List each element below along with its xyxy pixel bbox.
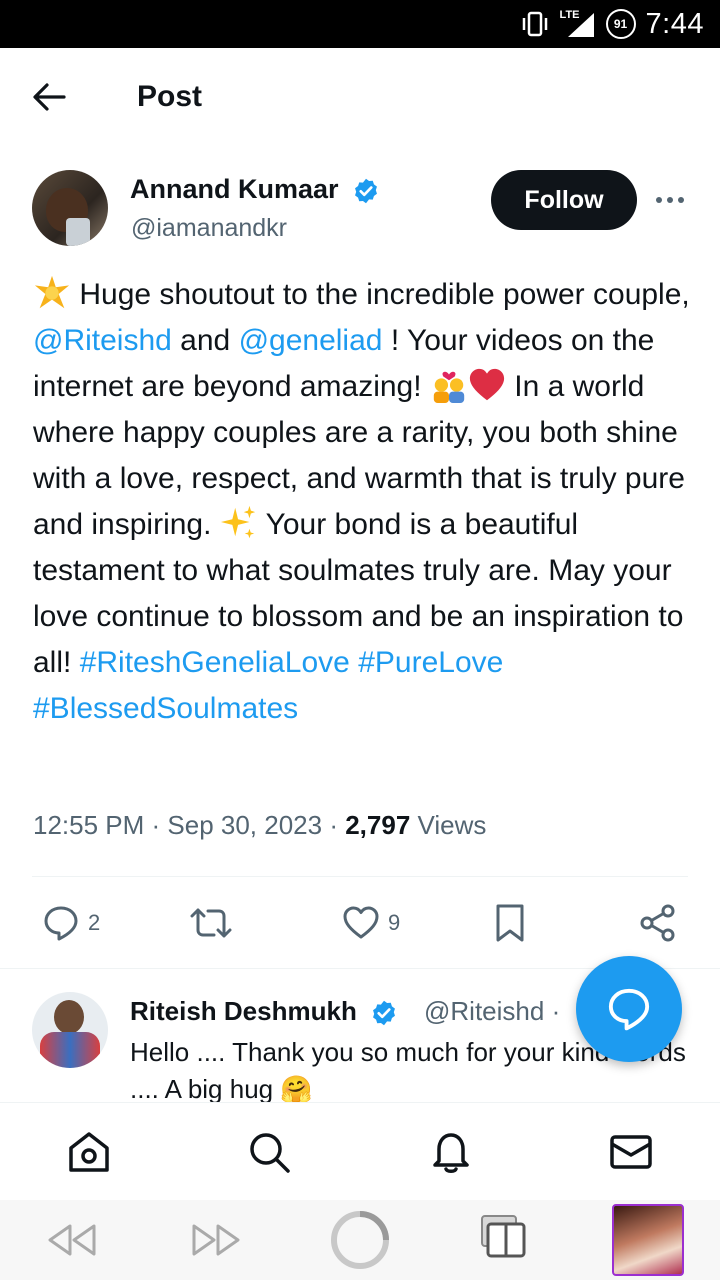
- sparkles-emoji-icon: [220, 505, 255, 539]
- follow-button[interactable]: Follow: [491, 170, 637, 230]
- hashtag-purelove[interactable]: #PureLove: [358, 646, 503, 679]
- author-avatar[interactable]: [32, 170, 108, 246]
- status-bar: LTE 91 7:44: [0, 0, 720, 48]
- vibrate-icon: [522, 11, 547, 37]
- author-name[interactable]: Annand Kumaar: [130, 174, 380, 205]
- like-count: 9: [388, 910, 401, 935]
- home-circle-icon[interactable]: [330, 1210, 390, 1270]
- battery-indicator: 91: [605, 9, 636, 39]
- search-icon[interactable]: [246, 1129, 292, 1175]
- post-meta: 12:55 PM · Sep 30, 2023 · 2,797 Views: [33, 810, 487, 840]
- verified-badge-icon: [355, 178, 378, 204]
- reply-icon: [608, 988, 650, 1031]
- like-button[interactable]: 9: [342, 900, 400, 946]
- post-text: Huge shoutout to the incredible power co…: [33, 272, 693, 732]
- reply-author-avatar[interactable]: [32, 992, 108, 1068]
- hashtag-riteshgenelialove[interactable]: #RiteshGeneliaLove: [80, 646, 350, 679]
- divider: [32, 876, 688, 877]
- post-date: Sep 30, 2023: [167, 810, 323, 840]
- compose-reply-button[interactable]: [576, 956, 682, 1062]
- couple-with-heart-emoji-icon: [433, 371, 465, 404]
- reply-count: 2: [88, 910, 101, 935]
- red-heart-emoji-icon: [469, 368, 505, 401]
- bookmark-button[interactable]: [494, 900, 526, 946]
- messages-icon[interactable]: [608, 1129, 654, 1175]
- top-bar: Post: [0, 48, 720, 148]
- rewind-icon[interactable]: [44, 1220, 98, 1260]
- repost-icon: [190, 908, 232, 938]
- home-icon[interactable]: [66, 1129, 112, 1175]
- post-author: Annand Kumaar @iamanandkr Follow: [0, 170, 720, 250]
- hashtag-blessedsoulmates[interactable]: #BlessedSoulmates: [33, 692, 298, 725]
- recent-apps-icon[interactable]: [480, 1214, 528, 1260]
- share-icon: [640, 904, 675, 942]
- share-button[interactable]: [638, 900, 678, 946]
- system-navigation: [0, 1200, 720, 1280]
- mention-geneliad[interactable]: @geneliad: [239, 324, 383, 357]
- fast-forward-icon[interactable]: [190, 1220, 244, 1260]
- more-icon[interactable]: [654, 190, 686, 210]
- repost-button[interactable]: [190, 900, 232, 946]
- reply-button[interactable]: 2: [42, 900, 100, 946]
- signal-icon: LTE: [560, 9, 596, 39]
- heart-icon: [343, 906, 379, 939]
- clock: 7:44: [645, 7, 704, 40]
- reply-author-name[interactable]: Riteish Deshmukh: [130, 996, 398, 1027]
- views-label: Views: [417, 810, 487, 840]
- bookmark-icon: [496, 904, 524, 942]
- reply-author-handle[interactable]: @Riteishd ·: [424, 996, 560, 1027]
- page-title: Post: [137, 80, 203, 113]
- mention-riteishd[interactable]: @Riteishd: [33, 324, 172, 357]
- author-handle[interactable]: @iamanandkr: [131, 214, 287, 243]
- back-arrow-icon[interactable]: [30, 80, 68, 114]
- views-count[interactable]: 2,797: [345, 810, 410, 840]
- recent-app-thumbnail[interactable]: [612, 1204, 684, 1276]
- notifications-icon[interactable]: [428, 1129, 474, 1175]
- bottom-navigation: [0, 1102, 720, 1200]
- verified-badge-icon: [373, 1000, 396, 1026]
- reply-icon: [44, 906, 78, 941]
- post-time: 12:55 PM: [33, 810, 145, 840]
- glowing-star-emoji-icon: [34, 275, 70, 309]
- post-actions: 2 9: [0, 900, 720, 950]
